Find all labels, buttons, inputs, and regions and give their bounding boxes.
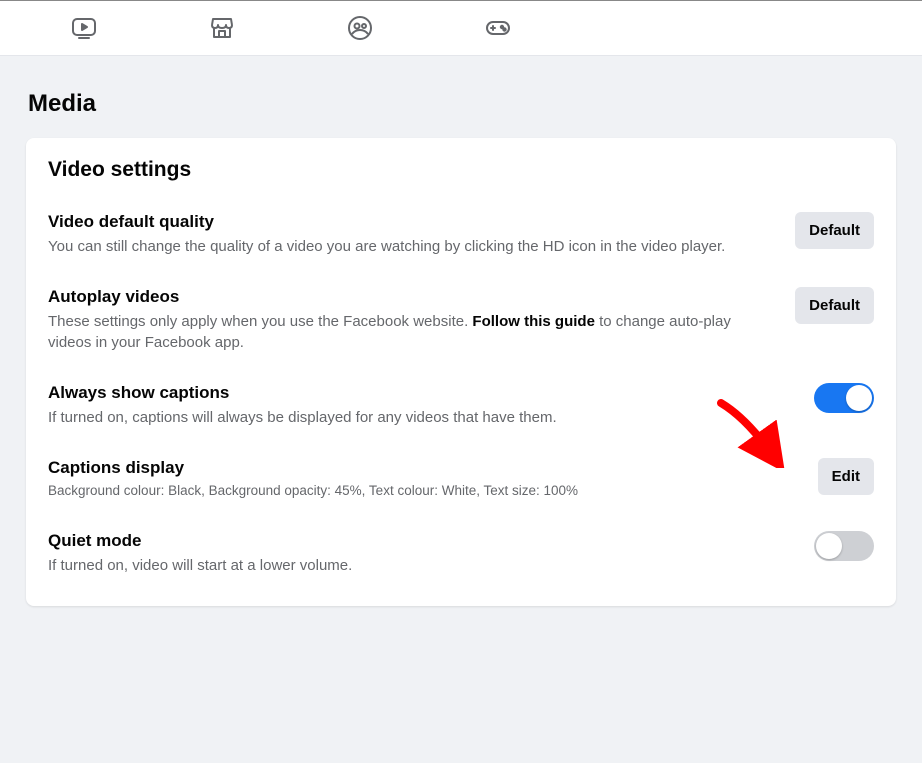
row-always-captions: Always show captions If turned on, capti…	[48, 383, 874, 428]
row-desc: You can still change the quality of a vi…	[48, 236, 775, 257]
video-quality-button[interactable]: Default	[795, 212, 874, 249]
row-title: Captions display	[48, 458, 798, 478]
row-desc: These settings only apply when you use t…	[48, 311, 775, 353]
watch-icon[interactable]	[70, 14, 98, 42]
quiet-mode-toggle[interactable]	[814, 531, 874, 561]
row-autoplay: Autoplay videos These settings only appl…	[48, 287, 874, 353]
gaming-icon[interactable]	[484, 14, 512, 42]
page: Media Video settings Video default quali…	[0, 56, 922, 630]
row-title: Quiet mode	[48, 531, 794, 551]
settings-card: Video settings Video default quality You…	[26, 138, 896, 606]
groups-icon[interactable]	[346, 14, 374, 42]
row-title: Autoplay videos	[48, 287, 775, 307]
row-desc: Background colour: Black, Background opa…	[48, 482, 798, 501]
row-title: Video default quality	[48, 212, 775, 232]
card-title: Video settings	[48, 158, 874, 182]
row-title: Always show captions	[48, 383, 794, 403]
captions-display-edit-button[interactable]: Edit	[818, 458, 874, 495]
autoplay-button[interactable]: Default	[795, 287, 874, 324]
follow-guide-link[interactable]: Follow this guide	[472, 313, 595, 330]
row-video-quality: Video default quality You can still chan…	[48, 212, 874, 257]
marketplace-icon[interactable]	[208, 14, 236, 42]
top-nav	[0, 0, 922, 56]
page-title: Media	[28, 90, 896, 118]
row-captions-display: Captions display Background colour: Blac…	[48, 458, 874, 501]
always-captions-toggle[interactable]	[814, 383, 874, 413]
row-quiet-mode: Quiet mode If turned on, video will star…	[48, 531, 874, 576]
row-desc: If turned on, captions will always be di…	[48, 407, 794, 428]
row-desc: If turned on, video will start at a lowe…	[48, 555, 794, 576]
